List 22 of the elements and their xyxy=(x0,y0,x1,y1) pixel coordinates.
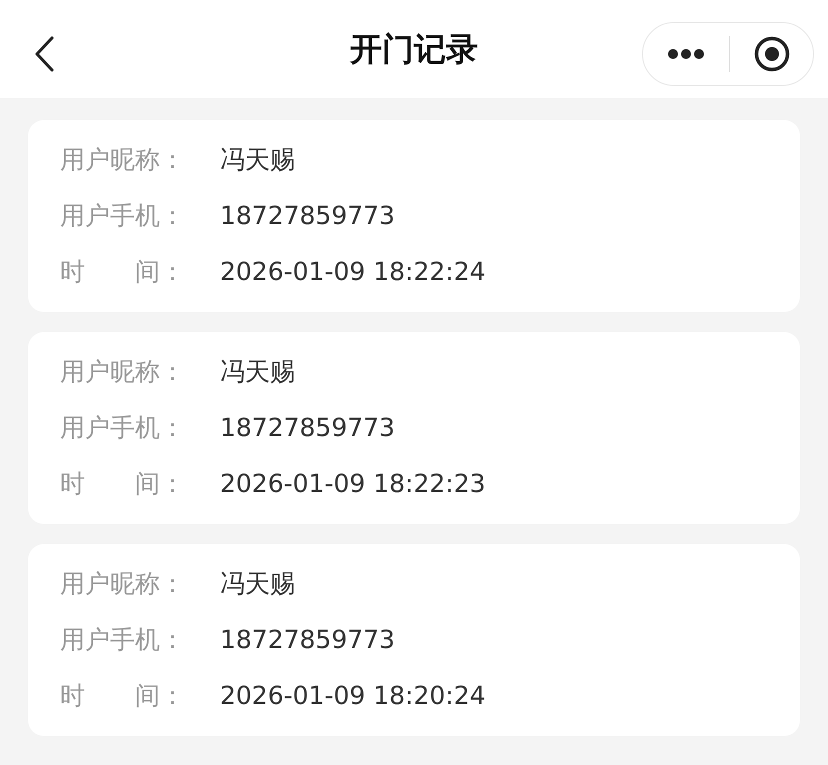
field-value: 2026-01-09 18:22:24 xyxy=(220,256,486,288)
field-value: 18727859773 xyxy=(220,200,395,232)
field-value: 18727859773 xyxy=(220,624,395,656)
field-label: 时 间： xyxy=(60,468,186,500)
field-value: 冯天赐 xyxy=(220,568,295,600)
field-label: 用户昵称： xyxy=(60,144,186,176)
field-value: 2026-01-09 18:20:24 xyxy=(220,680,486,712)
field-label: 用户昵称： xyxy=(60,568,186,600)
target-icon[interactable] xyxy=(754,36,790,72)
back-icon[interactable] xyxy=(34,36,54,72)
field-label: 用户手机： xyxy=(60,624,186,656)
field-value: 冯天赐 xyxy=(220,356,295,388)
more-icon[interactable] xyxy=(667,48,705,60)
field-value: 冯天赐 xyxy=(220,144,295,176)
field-value: 2026-01-09 18:22:23 xyxy=(220,468,486,500)
field-label: 时 间： xyxy=(60,256,186,288)
field-label: 用户手机： xyxy=(60,200,186,232)
field-value: 18727859773 xyxy=(220,412,395,444)
field-label: 用户手机： xyxy=(60,412,186,444)
page-title: 开门记录 xyxy=(350,29,478,70)
field-label: 时 间： xyxy=(60,680,186,712)
field-label: 用户昵称： xyxy=(60,356,186,388)
